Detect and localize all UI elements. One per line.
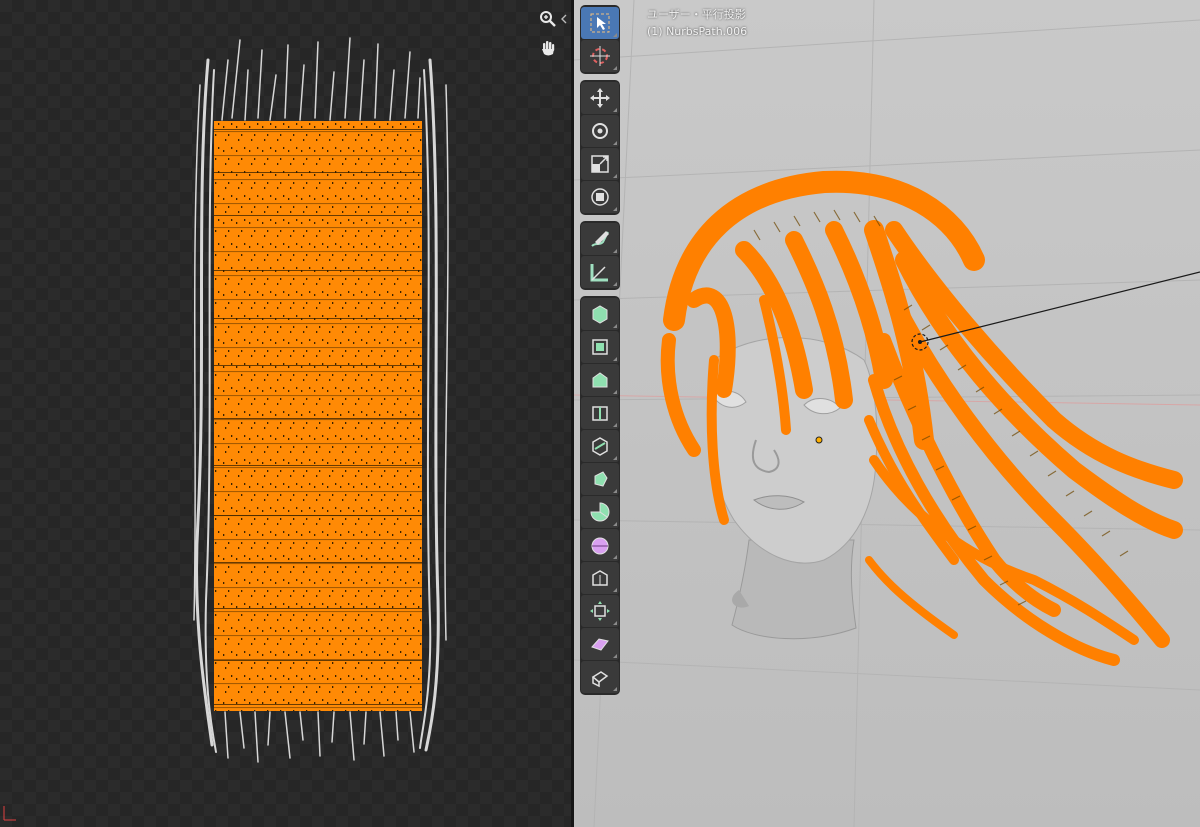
tool-group-mesh (580, 296, 620, 695)
object-origin-dot (815, 436, 823, 444)
select-box-icon (590, 13, 610, 33)
control-point-dot (918, 340, 922, 344)
loop-cut-tool[interactable] (581, 430, 619, 462)
bevel-icon (592, 406, 608, 421)
extrude-region-icon (592, 339, 608, 355)
tool-group-select (580, 5, 620, 74)
collapse-arrow-icon[interactable] (558, 8, 570, 30)
inset-faces-tool[interactable] (581, 364, 619, 396)
inset-faces-icon (592, 372, 608, 388)
shear-tool[interactable] (581, 628, 619, 660)
pan-hand-icon[interactable] (537, 37, 559, 59)
3d-viewport[interactable]: ユーザー・平行投影 (1) NurbsPath.006 (574, 0, 1200, 827)
object-label: (1) NurbsPath.006 (647, 25, 748, 38)
move-icon (590, 88, 610, 108)
rip-region-icon (591, 671, 609, 688)
uv-axis-gizmo (3, 806, 16, 821)
scale-tool[interactable] (581, 148, 619, 180)
tool-group-transform (580, 80, 620, 215)
annotate-tool[interactable] (581, 223, 619, 255)
uv-island[interactable] (214, 121, 422, 711)
rotate-tool[interactable] (581, 115, 619, 147)
add-cube-icon (592, 305, 608, 324)
cursor-tool[interactable] (581, 40, 619, 72)
measure-icon (590, 264, 608, 282)
head-mesh[interactable] (708, 337, 878, 640)
edge-slide-icon (592, 570, 608, 586)
scale-icon (591, 155, 609, 173)
move-tool[interactable] (581, 82, 619, 114)
cursor-icon (590, 46, 610, 66)
poly-build-tool[interactable] (581, 496, 619, 528)
tool-group-annotate (580, 221, 620, 290)
smooth-tool[interactable] (581, 529, 619, 561)
transform-tool[interactable] (581, 181, 619, 213)
extrude-region-tool[interactable] (581, 331, 619, 363)
uv-canvas[interactable] (0, 0, 571, 827)
measure-tool[interactable] (581, 256, 619, 288)
zoom-icon[interactable] (537, 8, 559, 30)
view-label: ユーザー・平行投影 (647, 8, 746, 21)
tool-shelf (580, 5, 620, 701)
rip-region-tool[interactable] (581, 661, 619, 693)
knife-tool[interactable] (581, 463, 619, 495)
loop-cut-icon (592, 437, 608, 456)
annotate-icon (591, 231, 609, 247)
rotate-icon (592, 123, 608, 139)
knife-icon (594, 471, 608, 487)
shrink-fatten-tool[interactable] (581, 595, 619, 627)
bevel-tool[interactable] (581, 397, 619, 429)
smooth-icon (591, 537, 609, 555)
spin-icon (590, 502, 610, 522)
edge-slide-tool[interactable] (581, 562, 619, 594)
transform-icon (591, 188, 609, 206)
viewport-scene[interactable] (574, 0, 1200, 827)
select-box-tool[interactable] (581, 7, 619, 39)
shear-icon (591, 638, 609, 651)
shrink-fatten-icon (590, 601, 610, 621)
add-cube-tool[interactable] (581, 298, 619, 330)
uv-editor-panel[interactable] (0, 0, 571, 827)
